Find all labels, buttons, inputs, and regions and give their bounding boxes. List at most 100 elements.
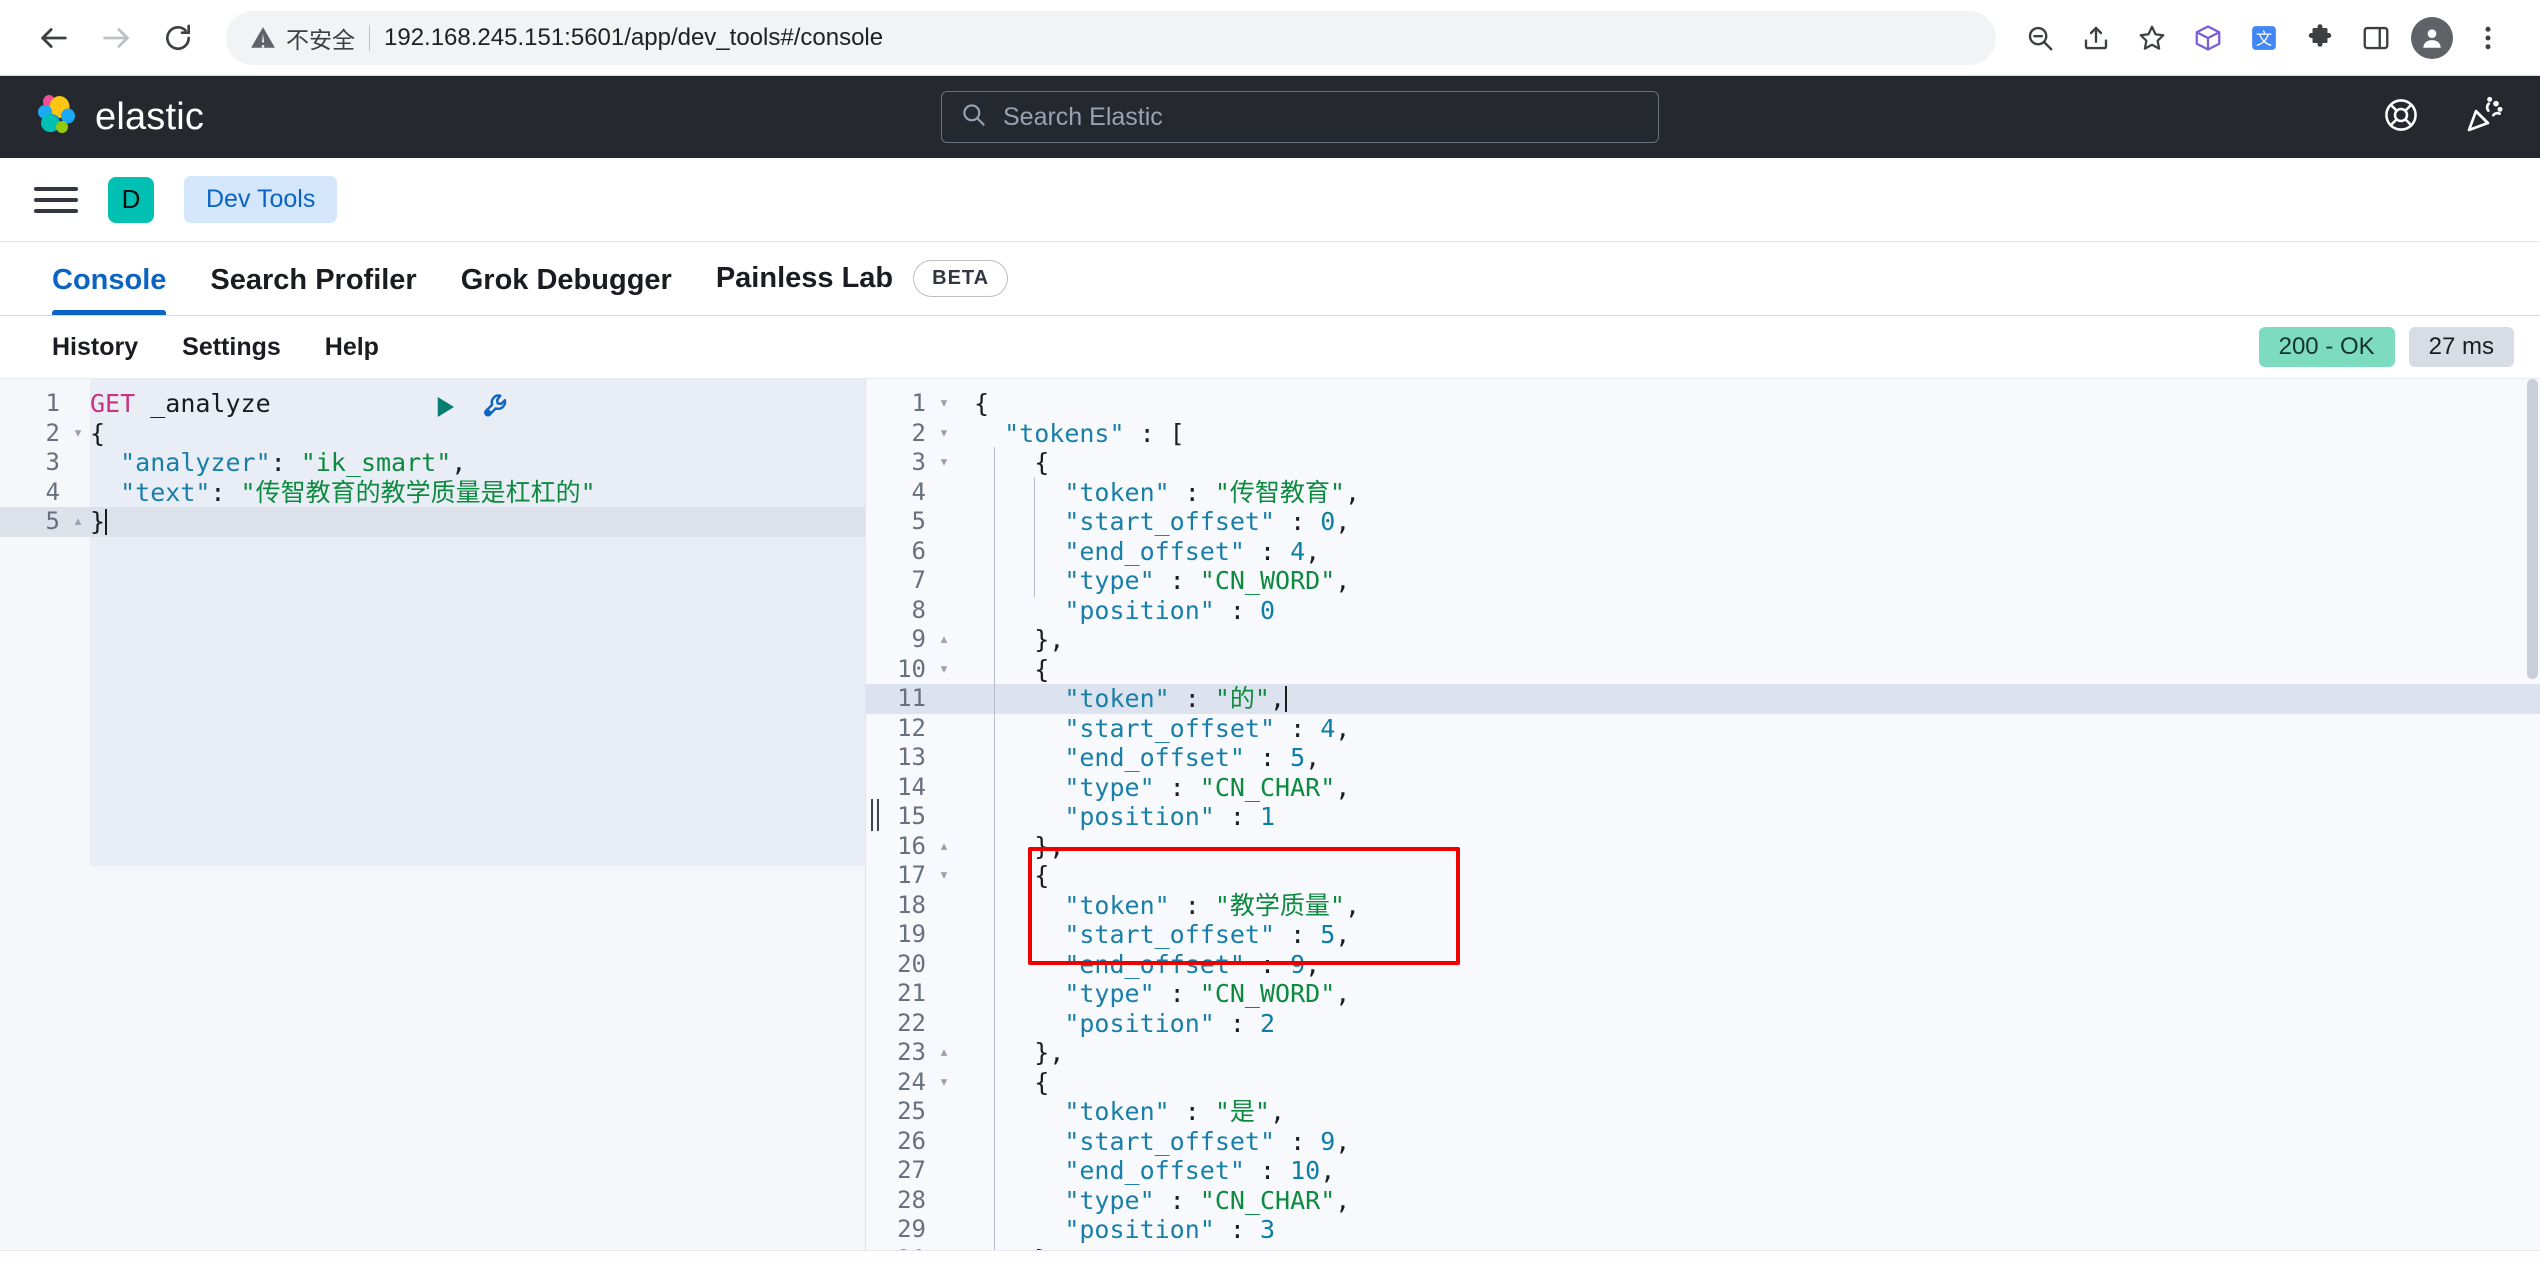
security-indicator[interactable]: 不安全: [250, 21, 355, 55]
tab-search-profiler-label: Search Profiler: [210, 264, 417, 296]
elastic-logo-icon: [32, 92, 78, 143]
breadcrumb-item-dev-tools[interactable]: Dev Tools: [184, 176, 338, 223]
play-run-icon[interactable]: [429, 392, 459, 429]
code-text: {: [1034, 1067, 1050, 1097]
response-line[interactable]: 12 "start_offset" : 4,: [866, 714, 2540, 744]
zoom-out-icon[interactable]: [2014, 12, 2066, 64]
response-status-group: 200 - OK 27 ms: [2258, 327, 2514, 367]
hamburger-menu-icon[interactable]: [34, 178, 78, 222]
response-line[interactable]: 26 "start_offset" : 9,: [866, 1127, 2540, 1157]
elastic-logo-link[interactable]: elastic: [32, 92, 204, 143]
response-line[interactable]: 2 ▾ "tokens" : [: [866, 419, 2540, 449]
line-number: 1: [45, 389, 60, 417]
code-text: "type" : "CN_WORD",: [1064, 566, 1351, 595]
code-text: "end_offset" : 4,: [1064, 536, 1321, 566]
space-avatar[interactable]: D: [108, 176, 154, 223]
fold-toggle-icon[interactable]: ▴: [932, 625, 956, 655]
translate-icon[interactable]: 文: [2238, 12, 2290, 64]
response-line[interactable]: 16 ▴ },: [866, 832, 2540, 862]
share-icon[interactable]: [2070, 12, 2122, 64]
console-editor-area: 1 GET _analyze 2 ▾{3 "analyzer": "ik_smart"…: [0, 378, 2540, 1250]
response-line[interactable]: 11 "token" : "的",: [866, 684, 2540, 714]
code-text: "type" : "CN_CHAR",: [1064, 772, 1351, 802]
response-line[interactable]: 24 ▾ {: [866, 1068, 2540, 1098]
side-panel-icon[interactable]: [2350, 12, 2402, 64]
request-line[interactable]: 5 ▴}: [0, 507, 865, 537]
help-lifebuoy-icon[interactable]: [2382, 96, 2420, 139]
response-line[interactable]: 9 ▴ },: [866, 625, 2540, 655]
response-line[interactable]: 4 "token" : "传智教育",: [866, 478, 2540, 508]
response-line[interactable]: 29 "position" : 3: [866, 1215, 2540, 1245]
url-text[interactable]: 192.168.245.151:5601/app/dev_tools#/cons…: [384, 24, 883, 52]
bookmark-star-icon[interactable]: [2126, 12, 2178, 64]
code-text: "position" : 3: [1064, 1215, 1276, 1244]
code-text: "tokens" : [: [1004, 418, 1185, 448]
fold-toggle-icon[interactable]: ▾: [932, 861, 956, 891]
tab-painless-lab[interactable]: Painless Lab BETA: [694, 260, 1030, 315]
forward-arrow-icon[interactable]: [88, 10, 144, 66]
response-line[interactable]: 1 ▾{: [866, 389, 2540, 419]
code-text: {: [974, 389, 990, 418]
history-button[interactable]: History: [30, 333, 160, 362]
response-vertical-scrollbar[interactable]: [2527, 379, 2538, 679]
help-button[interactable]: Help: [303, 333, 401, 362]
search-input[interactable]: [1003, 102, 1640, 132]
response-line[interactable]: 21 "type" : "CN_WORD",: [866, 979, 2540, 1009]
response-line[interactable]: 3 ▾ {: [866, 448, 2540, 478]
response-line[interactable]: 8 "position" : 0: [866, 596, 2540, 626]
response-line[interactable]: 23 ▴ },: [866, 1038, 2540, 1068]
response-line[interactable]: 22 "position" : 2: [866, 1009, 2540, 1039]
wrench-icon[interactable]: [481, 391, 513, 430]
package-icon[interactable]: [2182, 12, 2234, 64]
panel-splitter[interactable]: [866, 379, 884, 1250]
response-line[interactable]: 13 "end_offset" : 5,: [866, 743, 2540, 773]
response-line[interactable]: 25 "token" : "是",: [866, 1097, 2540, 1127]
address-bar[interactable]: 不安全 192.168.245.151:5601/app/dev_tools#/…: [226, 10, 1996, 65]
request-line[interactable]: 4 "text": "传智教育的教学质量是杠杠的": [0, 478, 865, 508]
fold-toggle-icon[interactable]: ▾: [932, 419, 956, 449]
profile-avatar-icon[interactable]: [2406, 12, 2458, 64]
fold-toggle-icon[interactable]: ▾: [932, 1068, 956, 1098]
breadcrumb: D Dev Tools: [0, 158, 2540, 242]
tab-console[interactable]: Console: [30, 264, 188, 315]
response-line[interactable]: 20 "end_offset" : 9,: [866, 950, 2540, 980]
tab-grok-debugger-label: Grok Debugger: [460, 264, 672, 296]
response-line[interactable]: 10 ▾ {: [866, 655, 2540, 685]
response-code[interactable]: 1 ▾{2 ▾ "tokens" : [3 ▾ {4 "token" : "传智教育"…: [866, 379, 2540, 1250]
response-line[interactable]: 17 ▾ {: [866, 861, 2540, 891]
fold-toggle-icon[interactable]: ▾: [932, 655, 956, 685]
response-line[interactable]: 27 "end_offset" : 10,: [866, 1156, 2540, 1186]
response-line[interactable]: 14 "type" : "CN_CHAR",: [866, 773, 2540, 803]
response-line[interactable]: 5 "start_offset" : 0,: [866, 507, 2540, 537]
response-editor[interactable]: 1 ▾{2 ▾ "tokens" : [3 ▾ {4 "token" : "传智教育"…: [866, 379, 2540, 1250]
fold-toggle-icon[interactable]: ▾: [932, 448, 956, 478]
fold-toggle-icon[interactable]: ▾: [932, 389, 956, 419]
request-editor[interactable]: 1 GET _analyze 2 ▾{3 "analyzer": "ik_smart"…: [0, 379, 866, 1250]
tab-grok-debugger[interactable]: Grok Debugger: [439, 264, 694, 315]
response-line[interactable]: 19 "start_offset" : 5,: [866, 920, 2540, 950]
elastic-global-header: elastic: [0, 76, 2540, 158]
response-time-badge: 27 ms: [2408, 327, 2514, 367]
request-line[interactable]: 3 "analyzer": "ik_smart",: [0, 448, 865, 478]
settings-button[interactable]: Settings: [160, 333, 303, 362]
more-menu-icon[interactable]: [2462, 12, 2514, 64]
response-line[interactable]: 18 "token" : "教学质量",: [866, 891, 2540, 921]
extensions-icon[interactable]: [2294, 12, 2346, 64]
reload-icon[interactable]: [150, 10, 206, 66]
code-text: "position" : 1: [1064, 802, 1276, 831]
fold-toggle-icon[interactable]: ▴: [932, 832, 956, 862]
fold-toggle-icon[interactable]: ▾: [66, 419, 90, 449]
whats-new-party-icon[interactable]: [2464, 95, 2504, 140]
fold-toggle-icon[interactable]: ▴: [66, 507, 90, 537]
response-line[interactable]: 28 "type" : "CN_CHAR",: [866, 1186, 2540, 1216]
response-line[interactable]: 7 "type" : "CN_WORD",: [866, 566, 2540, 596]
response-line[interactable]: 15 "position" : 1: [866, 802, 2540, 832]
back-arrow-icon[interactable]: [26, 10, 82, 66]
fold-toggle-icon[interactable]: ▴: [932, 1038, 956, 1068]
response-line[interactable]: 6 "end_offset" : 4,: [866, 537, 2540, 567]
tab-search-profiler[interactable]: Search Profiler: [188, 264, 438, 315]
code-text: GET _analyze: [90, 389, 271, 418]
global-search-bar[interactable]: [941, 91, 1659, 143]
code-text: "token" : "教学质量",: [1064, 890, 1360, 920]
code-text: "analyzer": "ik_smart",: [120, 448, 467, 477]
